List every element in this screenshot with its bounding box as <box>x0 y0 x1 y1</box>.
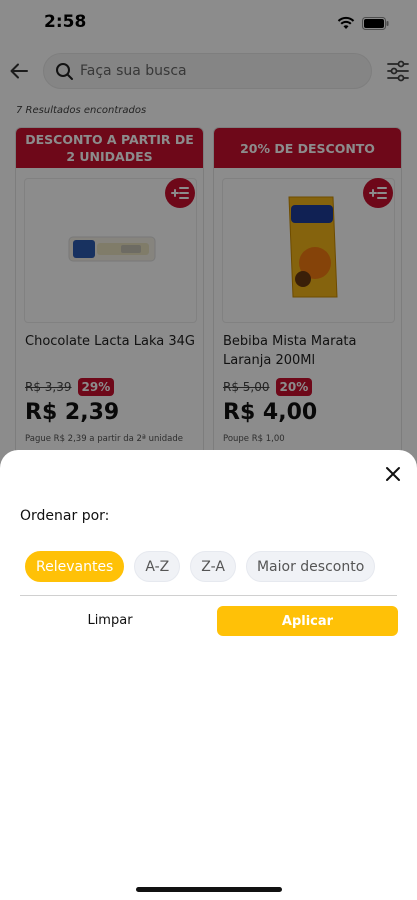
sort-option-relevantes[interactable]: Relevantes <box>25 551 125 582</box>
home-indicator <box>136 887 282 892</box>
close-icon[interactable] <box>383 464 403 484</box>
divider <box>20 595 397 596</box>
sort-option-maior-desconto[interactable]: Maior desconto <box>245 551 376 582</box>
sort-option-a-z[interactable]: A-Z <box>134 551 181 582</box>
sort-bottom-sheet: Ordenar por: Relevantes A-Z Z-A Maior de… <box>0 450 417 900</box>
clear-button[interactable]: Limpar <box>20 605 200 636</box>
sort-title: Ordenar por: <box>20 508 110 524</box>
sort-options: Relevantes A-Z Z-A Maior desconto <box>25 551 376 582</box>
apply-button[interactable]: Aplicar <box>217 606 398 636</box>
sort-option-z-a[interactable]: Z-A <box>190 551 236 582</box>
